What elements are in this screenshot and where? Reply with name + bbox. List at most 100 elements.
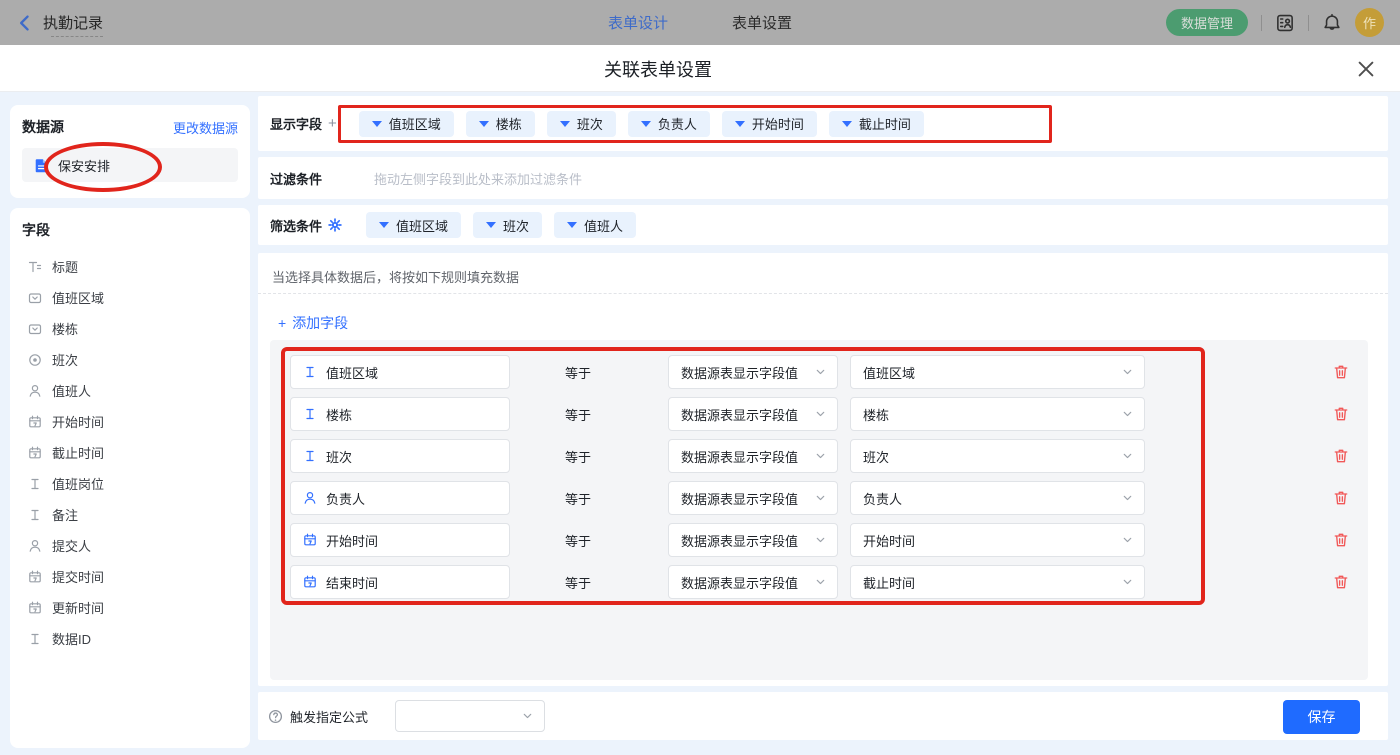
rule-field-input[interactable]: 班次 bbox=[290, 439, 510, 473]
rule-source-value: 数据源表显示字段值 bbox=[681, 531, 798, 550]
field-list-item[interactable]: 提交时间 bbox=[22, 566, 238, 587]
rule-source-select[interactable]: 数据源表显示字段值 bbox=[668, 565, 838, 599]
display-field-tag[interactable]: 截止时间 bbox=[829, 111, 924, 137]
field-list-item[interactable]: 班次 bbox=[22, 349, 238, 370]
fields-panel-title: 字段 bbox=[22, 220, 238, 240]
bell-icon[interactable] bbox=[1322, 13, 1342, 33]
field-list-item[interactable]: 提交人 bbox=[22, 535, 238, 556]
rule-source-select[interactable]: 数据源表显示字段值 bbox=[668, 355, 838, 389]
rule-value-text: 负责人 bbox=[863, 489, 902, 508]
rule-value-select[interactable]: 值班区域 bbox=[850, 355, 1145, 389]
topbar-tabs: 表单设计 表单设置 bbox=[608, 0, 792, 45]
field-list-item[interactable]: 开始时间 bbox=[22, 411, 238, 432]
address-book-icon[interactable] bbox=[1275, 13, 1295, 33]
display-field-tag[interactable]: 负责人 bbox=[628, 111, 710, 137]
rule-value-select[interactable]: 班次 bbox=[850, 439, 1145, 473]
chevron-down-icon bbox=[1121, 366, 1134, 379]
delete-rule-button trash-icon[interactable] bbox=[1333, 364, 1349, 380]
form-name-title[interactable]: 执勤记录 bbox=[43, 12, 103, 33]
display-field-tag[interactable]: 班次 bbox=[547, 111, 616, 137]
tag-label: 开始时间 bbox=[752, 114, 804, 133]
screen-filter-tags: 值班区域 班次 值班人 bbox=[366, 212, 636, 238]
rule-value-text: 截止时间 bbox=[863, 573, 915, 592]
rule-source-select[interactable]: 数据源表显示字段值 bbox=[668, 439, 838, 473]
topbar-tab[interactable]: 表单设计 bbox=[608, 12, 668, 33]
rule-field-input[interactable]: 楼栋 bbox=[290, 397, 510, 431]
text-icon bbox=[28, 508, 42, 522]
rule-field-input[interactable]: 开始时间 bbox=[290, 523, 510, 557]
back-button chevron-left-icon[interactable] bbox=[16, 14, 34, 32]
field-list-item-label: 开始时间 bbox=[52, 412, 104, 431]
tag-label: 班次 bbox=[577, 114, 603, 133]
formula-label: 触发指定公式 bbox=[290, 707, 368, 726]
user-avatar[interactable]: 作 bbox=[1355, 8, 1384, 37]
question-circle-icon[interactable] bbox=[268, 709, 283, 724]
rule-operator-label: 等于 bbox=[565, 481, 591, 515]
delete-rule-button trash-icon[interactable] bbox=[1333, 448, 1349, 464]
datasource-item[interactable]: 保安安排 bbox=[22, 148, 238, 182]
rule-field-input[interactable]: 结束时间 bbox=[290, 565, 510, 599]
add-rule-field-button[interactable]: + 添加字段 bbox=[278, 313, 348, 333]
display-field-tags: 值班区域 楼栋 班次 负责人 开 bbox=[359, 111, 924, 137]
formula-select[interactable] bbox=[395, 700, 545, 732]
rule-value-select[interactable]: 楼栋 bbox=[850, 397, 1145, 431]
delete-rule-button trash-icon[interactable] bbox=[1333, 406, 1349, 422]
screen-filter-tag[interactable]: 值班区域 bbox=[366, 212, 461, 238]
field-list-item-label: 更新时间 bbox=[52, 598, 104, 617]
caret-down-icon bbox=[560, 121, 570, 127]
rule-source-select[interactable]: 数据源表显示字段值 bbox=[668, 523, 838, 557]
change-datasource-link[interactable]: 更改数据源 bbox=[173, 118, 238, 137]
add-display-field-button plus-icon[interactable]: + bbox=[328, 116, 337, 131]
field-list-item[interactable]: 值班区域 bbox=[22, 287, 238, 308]
chevron-down-icon bbox=[1121, 576, 1134, 589]
screen-filter-band: 筛选条件 值班区域 班次 值班人 bbox=[258, 205, 1388, 245]
chevron-down-icon bbox=[814, 408, 827, 421]
field-list-item[interactable]: 楼栋 bbox=[22, 318, 238, 339]
delete-rule-button trash-icon[interactable] bbox=[1333, 574, 1349, 590]
rule-value-select[interactable]: 开始时间 bbox=[850, 523, 1145, 557]
delete-rule-button trash-icon[interactable] bbox=[1333, 490, 1349, 506]
rule-value-select[interactable]: 截止时间 bbox=[850, 565, 1145, 599]
fields-panel: 字段 标题 值班区域 楼栋 班 bbox=[10, 208, 250, 748]
field-list-item[interactable]: 标题 bbox=[22, 256, 238, 277]
display-field-tag[interactable]: 值班区域 bbox=[359, 111, 454, 137]
field-list-item[interactable]: 值班岗位 bbox=[22, 473, 238, 494]
rule-field-label: 负责人 bbox=[326, 489, 365, 508]
screen-filter-tag[interactable]: 值班人 bbox=[554, 212, 636, 238]
field-list-item[interactable]: 更新时间 bbox=[22, 597, 238, 618]
rule-field-label: 班次 bbox=[326, 447, 352, 466]
rule-field-input[interactable]: 值班区域 bbox=[290, 355, 510, 389]
divider bbox=[1261, 15, 1262, 31]
modal-title: 关联表单设置 bbox=[0, 45, 1316, 92]
save-button[interactable]: 保存 bbox=[1283, 700, 1360, 734]
display-field-tag[interactable]: 开始时间 bbox=[722, 111, 817, 137]
rule-row: 开始时间 等于 数据源表显示字段值 开始时间 bbox=[270, 523, 1368, 557]
field-list-item[interactable]: 值班人 bbox=[22, 380, 238, 401]
display-field-tag[interactable]: 楼栋 bbox=[466, 111, 535, 137]
topbar-tab[interactable]: 表单设置 bbox=[732, 12, 792, 33]
rule-field-input[interactable]: 负责人 bbox=[290, 481, 510, 515]
rule-source-value: 数据源表显示字段值 bbox=[681, 489, 798, 508]
select-icon bbox=[28, 322, 42, 336]
chevron-down-icon bbox=[1121, 534, 1134, 547]
rule-source-select[interactable]: 数据源表显示字段值 bbox=[668, 481, 838, 515]
field-list-item-label: 提交人 bbox=[52, 536, 91, 555]
close-button x-icon[interactable] bbox=[1356, 59, 1376, 79]
delete-rule-button trash-icon[interactable] bbox=[1333, 532, 1349, 548]
person-icon bbox=[28, 384, 42, 398]
rule-operator-label: 等于 bbox=[565, 355, 591, 389]
filter-band[interactable]: 过滤条件 拖动左侧字段到此处来添加过滤条件 bbox=[258, 157, 1388, 199]
gear-icon[interactable] bbox=[328, 218, 342, 232]
data-manage-button[interactable]: 数据管理 bbox=[1166, 9, 1248, 36]
caret-down-icon bbox=[372, 121, 382, 127]
text-icon bbox=[303, 365, 317, 379]
field-list-item[interactable]: 数据ID bbox=[22, 628, 238, 649]
divider bbox=[1308, 15, 1309, 31]
field-list-item[interactable]: 备注 bbox=[22, 504, 238, 525]
tag-label: 值班区域 bbox=[389, 114, 441, 133]
rule-operator-label: 等于 bbox=[565, 439, 591, 473]
rule-source-select[interactable]: 数据源表显示字段值 bbox=[668, 397, 838, 431]
field-list-item[interactable]: 截止时间 bbox=[22, 442, 238, 463]
rule-value-select[interactable]: 负责人 bbox=[850, 481, 1145, 515]
screen-filter-tag[interactable]: 班次 bbox=[473, 212, 542, 238]
